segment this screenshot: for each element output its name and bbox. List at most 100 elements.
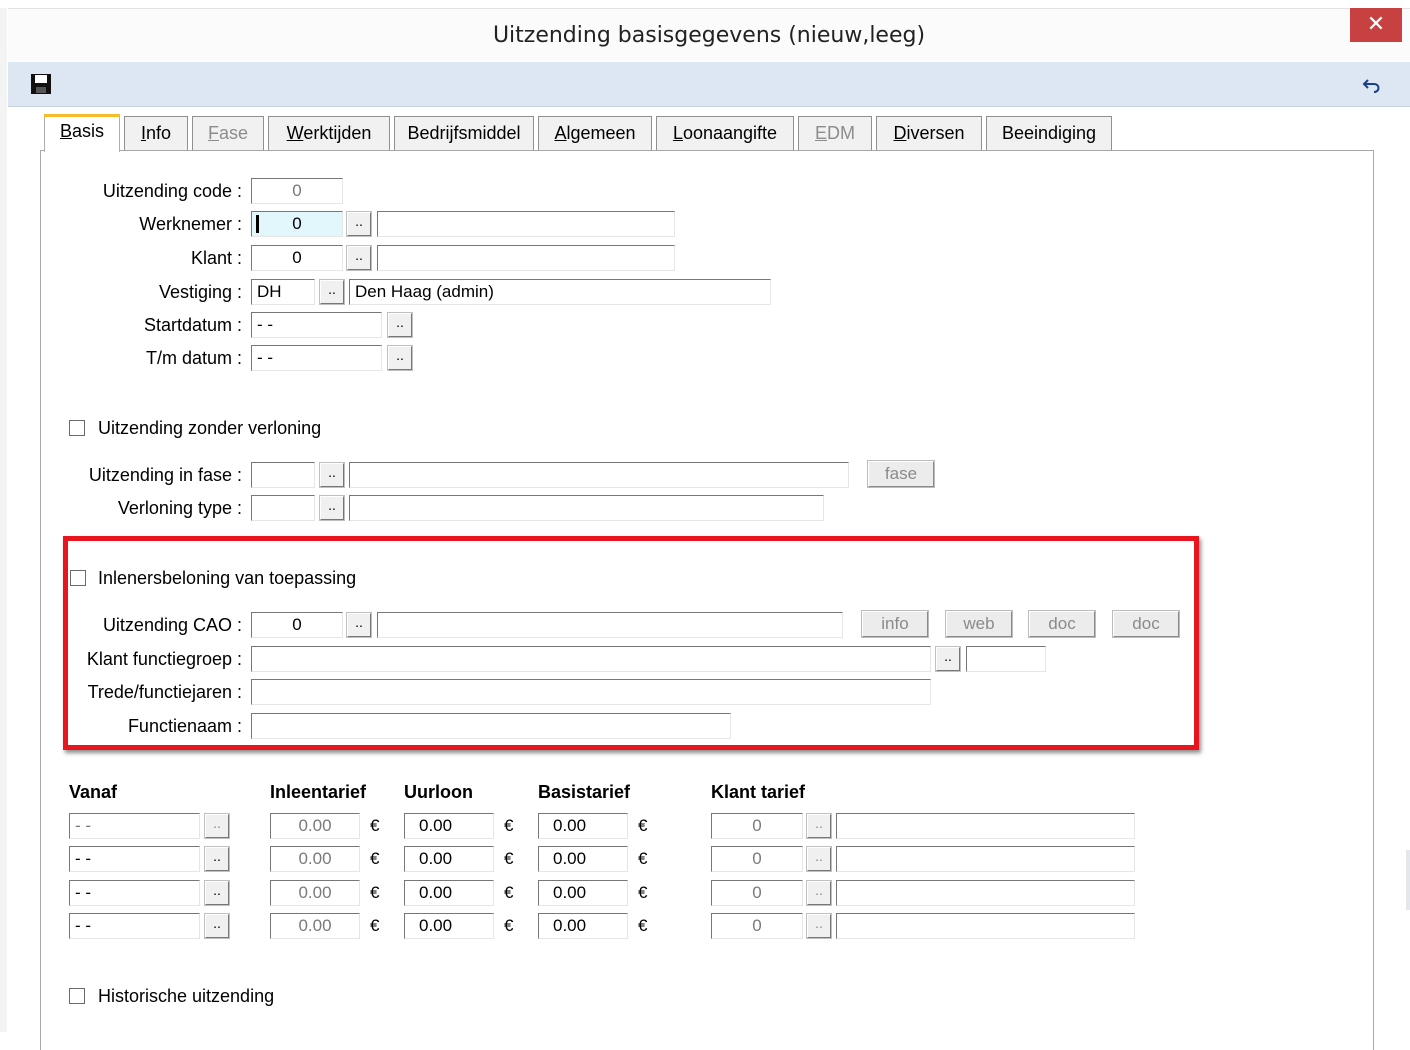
in-fase-name-field[interactable] (349, 462, 849, 488)
tab-beeindiging-label: Beeindiging (1001, 123, 1097, 143)
vanaf-browse-button[interactable]: .. (204, 813, 230, 839)
close-button[interactable]: ✕ (1350, 8, 1402, 42)
undo-arrow-icon[interactable] (1362, 76, 1384, 94)
klant-browse-button[interactable]: .. (346, 245, 372, 271)
klant-tarief-field[interactable]: 0 (711, 813, 803, 839)
basistarief-field[interactable]: 0.00 (538, 846, 628, 872)
basistarief-field[interactable]: 0.00 (538, 913, 628, 939)
euro-symbol: € (638, 849, 648, 868)
inleentarief-field[interactable]: 0.00 (270, 846, 360, 872)
vestiging-name-field[interactable]: Den Haag (admin) (349, 279, 771, 305)
klant-tarief-field[interactable]: 0 (711, 846, 803, 872)
cao-web-button[interactable]: web (945, 610, 1013, 638)
text-cursor (256, 215, 259, 233)
in-fase-label: Uitzending in fase : (88, 465, 242, 485)
cao-browse-button[interactable]: .. (346, 612, 372, 638)
klant-tarief-name-field[interactable] (836, 913, 1135, 939)
startdatum-browse-button[interactable]: .. (387, 312, 413, 338)
klant-tarief-name-field[interactable] (836, 880, 1135, 906)
fase-button[interactable]: fase (867, 460, 935, 488)
tab-info[interactable]: Info (124, 116, 188, 150)
uurloon-field[interactable]: 0.00 (404, 846, 494, 872)
functiegroep-field[interactable] (251, 646, 931, 672)
window-title: Uitzending basisgegevens (nieuw,leeg) (492, 23, 926, 48)
inleentarief-field[interactable]: 0.00 (270, 813, 360, 839)
vanaf-field[interactable]: - - (69, 913, 200, 939)
klant-tarief-browse-button[interactable]: .. (806, 813, 832, 839)
klant-tarief-name-field[interactable] (836, 813, 1135, 839)
vanaf-browse-button[interactable]: .. (204, 846, 230, 872)
verloning-type-browse-button[interactable]: .. (319, 495, 345, 521)
cao-name-field[interactable] (377, 612, 843, 638)
tab-werktijden[interactable]: Werktijden (268, 116, 390, 150)
zonder-verloning-label: Uitzending zonder verloning (98, 418, 322, 438)
functiegroep-extra-field[interactable] (966, 646, 1046, 672)
werknemer-value: 0 (292, 214, 302, 233)
euro-symbol: € (638, 916, 648, 935)
vanaf-field[interactable]: - - (69, 846, 200, 872)
uurloon-field[interactable]: 0.00 (404, 880, 494, 906)
werknemer-field[interactable]: 0 (251, 211, 343, 237)
tab-loonaangifte[interactable]: Loonaangifte (656, 116, 794, 150)
klant-tarief-browse-button[interactable]: .. (806, 846, 832, 872)
cao-doc-button-2[interactable]: doc (1112, 610, 1180, 638)
tab-beeindiging[interactable]: Beeindiging (986, 116, 1112, 150)
inlenersbeloning-checkbox[interactable] (70, 570, 86, 586)
in-fase-browse-button[interactable]: .. (319, 462, 345, 488)
tm-datum-label: T/m datum : (145, 348, 242, 368)
in-fase-field[interactable] (251, 462, 315, 488)
vanaf-field[interactable]: - - (69, 813, 200, 839)
vanaf-field[interactable]: - - (69, 880, 200, 906)
cao-doc-button[interactable]: doc (1028, 610, 1096, 638)
floppy-disk-icon[interactable] (30, 73, 52, 95)
functiegroep-browse-button[interactable]: .. (935, 646, 961, 672)
euro-symbol: € (504, 883, 514, 902)
klant-tarief-name-field[interactable] (836, 846, 1135, 872)
vanaf-browse-button[interactable]: .. (204, 913, 230, 939)
werknemer-browse-button[interactable]: .. (346, 211, 372, 237)
tab-algemeen[interactable]: Algemeen (538, 116, 652, 150)
klant-field[interactable]: 0 (251, 245, 343, 271)
cao-info-button[interactable]: info (861, 610, 929, 638)
functienaam-field[interactable] (251, 713, 731, 739)
trede-field[interactable] (251, 679, 931, 705)
vestiging-browse-button[interactable]: .. (319, 279, 345, 305)
vanaf-browse-button[interactable]: .. (204, 880, 230, 906)
uitzending-code-label: Uitzending code : (102, 181, 242, 201)
tm-datum-browse-button[interactable]: .. (387, 345, 413, 371)
uurloon-field[interactable]: 0.00 (404, 813, 494, 839)
zonder-verloning-checkbox[interactable] (69, 420, 85, 436)
inleentarief-field[interactable]: 0.00 (270, 880, 360, 906)
cao-field[interactable]: 0 (251, 612, 343, 638)
basistarief-field[interactable]: 0.00 (538, 813, 628, 839)
klant-tarief-browse-button[interactable]: .. (806, 913, 832, 939)
tab-info-label: Info (140, 123, 172, 143)
title-bar: Uitzending basisgegevens (nieuw,leeg) (8, 8, 1410, 61)
klant-tarief-field[interactable]: 0 (711, 913, 803, 939)
basistarief-field[interactable]: 0.00 (538, 880, 628, 906)
verloning-type-field[interactable] (251, 495, 315, 521)
historisch-checkbox[interactable] (69, 988, 85, 1004)
klant-name-field[interactable] (377, 245, 675, 271)
tab-fase[interactable]: Fase (192, 116, 264, 150)
tab-algemeen-label: Algemeen (554, 123, 636, 143)
uurloon-field[interactable]: 0.00 (404, 913, 494, 939)
tab-bedrijfsmiddel[interactable]: Bedrijfsmiddel (394, 116, 534, 150)
vestiging-field[interactable]: DH (251, 279, 315, 305)
edge-marker (1406, 850, 1410, 910)
klant-tarief-field[interactable]: 0 (711, 880, 803, 906)
inleentarief-field[interactable]: 0.00 (270, 913, 360, 939)
klant-tarief-browse-button[interactable]: .. (806, 880, 832, 906)
uitzending-code-field[interactable]: 0 (251, 178, 343, 204)
uurloon-header: Uurloon (404, 782, 473, 802)
tab-diversen[interactable]: Diversen (876, 116, 982, 150)
startdatum-field[interactable]: - - (251, 312, 382, 338)
vanaf-header: Vanaf (69, 782, 118, 802)
tm-datum-field[interactable]: - - (251, 345, 382, 371)
tab-edm[interactable]: EDM (798, 116, 872, 150)
tab-werktijden-label: Werktijden (286, 123, 372, 143)
werknemer-name-field[interactable] (377, 211, 675, 237)
verloning-type-name-field[interactable] (349, 495, 824, 521)
klant-tarief-header: Klant tarief (711, 782, 806, 802)
tab-basis[interactable]: Basis (44, 114, 120, 152)
